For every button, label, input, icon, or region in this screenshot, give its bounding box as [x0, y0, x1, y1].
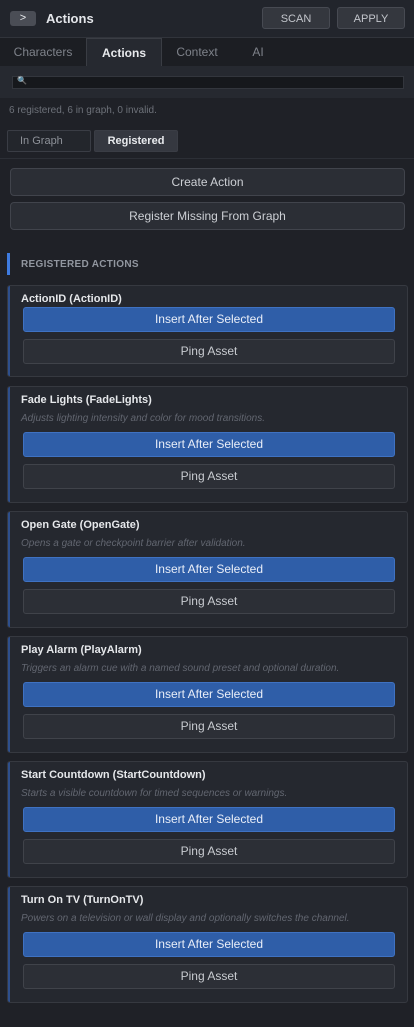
card-accent [8, 512, 10, 627]
card-title: ActionID (ActionID) [21, 293, 122, 305]
divider [0, 158, 414, 159]
insert-after-selected-button[interactable]: Insert After Selected [23, 807, 395, 832]
card-description: Starts a visible countdown for timed seq… [21, 788, 288, 799]
insert-after-selected-button[interactable]: Insert After Selected [23, 932, 395, 957]
search-input[interactable]: 🔍 [12, 76, 404, 89]
action-card: Fade Lights (FadeLights) Adjusts lightin… [7, 386, 408, 503]
create-action-button[interactable]: Create Action [10, 168, 405, 196]
search-area: 🔍 [0, 66, 414, 98]
action-card: Turn On TV (TurnOnTV) Powers on a televi… [7, 886, 408, 1003]
page-title: Actions [46, 11, 94, 26]
chevron-right-icon[interactable]: > [10, 11, 36, 26]
action-card: Open Gate (OpenGate) Opens a gate or che… [7, 511, 408, 628]
tab-bar: Characters Actions Context AI [0, 38, 414, 66]
register-missing-button[interactable]: Register Missing From Graph [10, 202, 405, 230]
insert-after-selected-button[interactable]: Insert After Selected [23, 307, 395, 332]
card-title: Start Countdown (StartCountdown) [21, 769, 206, 781]
card-title: Play Alarm (PlayAlarm) [21, 644, 142, 656]
ping-asset-button[interactable]: Ping Asset [23, 589, 395, 614]
card-accent [8, 286, 10, 376]
tab-actions[interactable]: Actions [86, 38, 162, 66]
filter-in-graph[interactable]: In Graph [7, 130, 91, 152]
ping-asset-button[interactable]: Ping Asset [23, 339, 395, 364]
filter-registered[interactable]: Registered [94, 130, 178, 152]
search-icon: 🔍 [17, 76, 27, 85]
header-bar: > Actions SCAN APPLY [0, 0, 414, 38]
insert-after-selected-button[interactable]: Insert After Selected [23, 432, 395, 457]
action-card: Start Countdown (StartCountdown) Starts … [7, 761, 408, 878]
insert-after-selected-button[interactable]: Insert After Selected [23, 682, 395, 707]
card-description: Adjusts lighting intensity and color for… [21, 413, 266, 424]
card-description: Powers on a television or wall display a… [21, 913, 350, 924]
status-text: 6 registered, 6 in graph, 0 invalid. [9, 105, 157, 116]
card-description: Opens a gate or checkpoint barrier after… [21, 538, 246, 549]
tab-context[interactable]: Context [162, 38, 232, 66]
insert-after-selected-button[interactable]: Insert After Selected [23, 557, 395, 582]
action-card: ActionID (ActionID) Insert After Selecte… [7, 285, 408, 377]
ping-asset-button[interactable]: Ping Asset [23, 839, 395, 864]
card-title: Fade Lights (FadeLights) [21, 394, 152, 406]
tab-characters[interactable]: Characters [0, 38, 86, 66]
action-card: Play Alarm (PlayAlarm) Triggers an alarm… [7, 636, 408, 753]
ping-asset-button[interactable]: Ping Asset [23, 964, 395, 989]
card-accent [8, 387, 10, 502]
apply-button[interactable]: APPLY [337, 7, 405, 29]
section-header: REGISTERED ACTIONS [7, 253, 407, 275]
card-accent [8, 887, 10, 1002]
card-accent [8, 762, 10, 877]
card-title: Open Gate (OpenGate) [21, 519, 140, 531]
section-title: REGISTERED ACTIONS [21, 259, 139, 270]
scan-button[interactable]: SCAN [262, 7, 330, 29]
card-accent [8, 637, 10, 752]
card-description: Triggers an alarm cue with a named sound… [21, 663, 340, 674]
section-accent [7, 253, 10, 275]
ping-asset-button[interactable]: Ping Asset [23, 714, 395, 739]
card-title: Turn On TV (TurnOnTV) [21, 894, 144, 906]
ping-asset-button[interactable]: Ping Asset [23, 464, 395, 489]
tab-ai[interactable]: AI [232, 38, 284, 66]
